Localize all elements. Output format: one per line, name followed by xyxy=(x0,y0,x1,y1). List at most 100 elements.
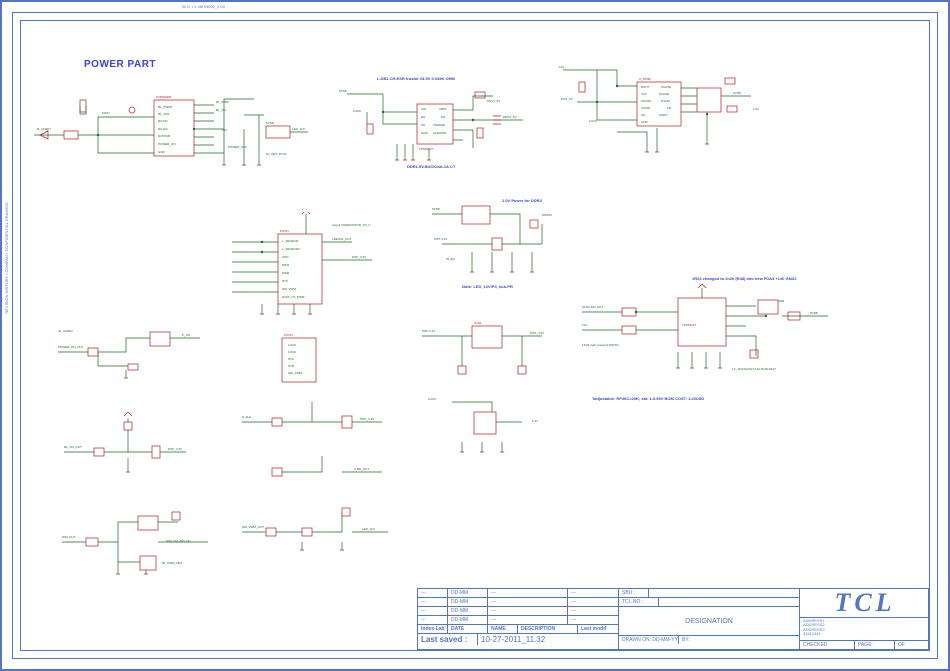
svg-text:OPD: OPD xyxy=(282,255,289,259)
sheet-frame: W.O. / 2.3M MD00_2.03 REVISION HISTORY /… xyxy=(0,0,950,671)
svg-text:PH: PH xyxy=(441,115,445,119)
drawn-value: DD-MM-YY xyxy=(652,637,678,643)
svg-text:PCON: PCON xyxy=(284,333,293,337)
svg-text:PGV1_5V: PGV1_5V xyxy=(487,99,500,103)
rev-c: --- xyxy=(488,616,568,624)
svg-text:LOCK: LOCK xyxy=(353,109,361,113)
svg-text:200_PWM: 200_PWM xyxy=(282,287,297,291)
svg-text:5VSB: 5VSB xyxy=(733,91,741,95)
svg-text:MTK 3.3V: MTK 3.3V xyxy=(422,329,435,333)
svg-text:VDR: VDR xyxy=(778,299,785,303)
svg-text:5VSB: 5VSB xyxy=(339,89,347,93)
svg-text:CDATE: CDATE xyxy=(641,99,651,103)
svg-text:DDR3V: DDR3V xyxy=(542,213,552,217)
svg-text:12V: 12V xyxy=(582,323,587,327)
svg-text:LOCK: LOCK xyxy=(288,350,296,354)
block-adj-buck: 1R24 changed to 2n2k (R48) into new FDA3… xyxy=(582,272,842,422)
svg-text:VCC: VCC xyxy=(641,92,648,96)
rev-c: --- xyxy=(418,616,448,624)
rev-c: --- xyxy=(488,607,568,615)
svg-text:EN: EN xyxy=(421,115,425,119)
rev-c: --- xyxy=(488,598,568,606)
svg-text:DIM0: DIM0 xyxy=(282,271,289,275)
svg-text:PGND: PGND xyxy=(661,99,671,103)
svg-text:POWER_ON: POWER_ON xyxy=(158,142,176,146)
svg-text:BL_PWM_DET: BL_PWM_DET xyxy=(162,561,183,565)
page-label: PAGE: xyxy=(855,641,895,649)
rev-h: DATE xyxy=(448,625,488,633)
svg-text:J2_ACDET: J2_ACDET xyxy=(58,329,73,333)
svg-text:VBST: VBST xyxy=(439,107,447,111)
svg-text:DATA_CS_PWM: DATA_CS_PWM xyxy=(282,295,305,299)
svg-text:1.2V: 1.2V xyxy=(753,107,759,111)
svg-text:DC12V: DC12V xyxy=(158,127,168,131)
svg-text:Note: LED_12V/P4_sub-PR: Note: LED_12V/P4_sub-PR xyxy=(462,284,513,289)
svg-text:POWER_ON_OUT: POWER_ON_OUT xyxy=(58,345,84,349)
rev-c: --- xyxy=(568,616,618,624)
rev-c: --- xyxy=(568,598,618,606)
block-bl-on: BL_ON_OUT MTK_3.3V xyxy=(64,412,194,482)
svg-text:LOCK: LOCK xyxy=(288,343,296,347)
tclno-value xyxy=(659,598,799,606)
svg-text:U_5VSB: U_5VSB xyxy=(639,77,651,81)
svg-text:FB: FB xyxy=(667,106,671,110)
addr4: 33312441 xyxy=(803,632,821,636)
block-power-input: U?POWER J4_ACDET MAIN BL_PWM1BL_ON1 DC24… xyxy=(34,80,314,175)
svg-text:LOCK: LOCK xyxy=(428,397,436,401)
svg-text:1V_ADJ/SHUNT-12V RGB-R127: 1V_ADJ/SHUNT-12V RGB-R127 xyxy=(732,367,776,371)
logo: TCL xyxy=(800,589,930,617)
svg-text:VIN: VIN xyxy=(421,107,426,111)
svg-text:MTK_3.3V: MTK_3.3V xyxy=(352,255,366,259)
svg-text:5VSB: 5VSB xyxy=(432,207,440,211)
svg-text:BOOT: BOOT xyxy=(641,85,650,89)
svg-text:LOCK: LOCK xyxy=(589,119,597,123)
svg-text:LSENS1_OUT: LSENS1_OUT xyxy=(332,237,352,241)
svg-text:MTK_3.3V: MTK_3.3V xyxy=(168,447,182,451)
rev-c: --- xyxy=(568,589,618,597)
block-ddr-buck: L.DB1.CH.ESR trustor 24.5V 0.045K OHM TP… xyxy=(337,70,537,180)
side-note: REVISION HISTORY / COMPANY CONFIDENTIAL … xyxy=(4,202,9,314)
svg-text:L.DB1.CH.ESR trustor 24.5V 0.0: L.DB1.CH.ESR trustor 24.5V 0.045K OHM xyxy=(377,76,455,81)
svg-text:PCON: PCON xyxy=(280,229,289,233)
svg-text:GND: GND xyxy=(158,150,166,154)
tb-right: TCL ADDRESS1 ADDRESS2 ADDRESS3 33312441 … xyxy=(800,589,930,649)
svg-text:DC5VSB: DC5VSB xyxy=(158,134,170,138)
svg-text:MTK_3.3V: MTK_3.3V xyxy=(530,331,544,335)
rev-c: DD-MM xyxy=(448,589,488,597)
title-block: --- DD-MM --- --- --- DD-MM --- --- --- … xyxy=(417,588,929,650)
svg-text:GND/PAD: GND/PAD xyxy=(433,131,447,135)
svg-text:TPS54327: TPS54327 xyxy=(682,323,697,327)
svg-text:COMP: COMP xyxy=(641,106,650,110)
svg-text:U104: U104 xyxy=(474,321,482,325)
lastsaved-label: Last saved : xyxy=(418,634,478,645)
rev-h: DESCRIPTION xyxy=(518,625,578,633)
rev-c: DD-MM xyxy=(448,616,488,624)
svg-text:DIM_OUT: DIM_OUT xyxy=(62,535,76,539)
svg-text:IN_EN: IN_EN xyxy=(446,257,455,261)
svg-text:12V: 12V xyxy=(222,128,227,132)
svg-text:UGATE: UGATE xyxy=(661,85,671,89)
svg-text:L_SENSOR2: L_SENSOR2 xyxy=(282,247,300,251)
svg-text:BL_PWM1: BL_PWM1 xyxy=(158,105,173,109)
svg-text:VSENSE: VSENSE xyxy=(433,123,445,127)
block-pcon-sensors: PCON output THERMISTOR_TO_U L_SENSORL_SE… xyxy=(232,212,392,322)
rev-h: Index-Lab xyxy=(418,625,448,633)
svg-text:200_PWM: 200_PWM xyxy=(288,371,303,375)
svg-text:LED_12V: LED_12V xyxy=(292,127,305,131)
block-pcon2: PCON LOCKLOCK NTCSTB 200_PWM 8_ALEMTK_3.… xyxy=(242,332,402,562)
drawn-label: DRAWN ON: xyxy=(622,637,651,643)
sbu-value xyxy=(649,589,799,597)
block-dim-pwm: DIM_OUT DIM_OM_800_DC BL_PWM_DET xyxy=(62,502,222,582)
svg-text:12V8 main power(4-PR)/5V: 12V8 main power(4-PR)/5V xyxy=(582,343,619,347)
svg-text:MTK 3.3V: MTK 3.3V xyxy=(434,237,447,241)
tclno-label: TCL.NO.: xyxy=(619,598,659,606)
rev-c: DD-MM xyxy=(448,598,488,606)
svg-text:PHASE: PHASE xyxy=(659,92,669,96)
sbu-label: SBU : xyxy=(619,589,649,597)
svg-text:DIM_OM_800_DC: DIM_OM_800_DC xyxy=(166,539,192,543)
svg-text:MTK_3.3V: MTK_3.3V xyxy=(360,417,374,421)
svg-text:12V: 12V xyxy=(559,65,564,69)
svg-text:BL_ON_OUT: BL_ON_OUT xyxy=(64,445,82,449)
lastsaved-value: 10-27-2011_11.32 xyxy=(478,634,618,645)
section-title: POWER PART xyxy=(84,59,156,70)
